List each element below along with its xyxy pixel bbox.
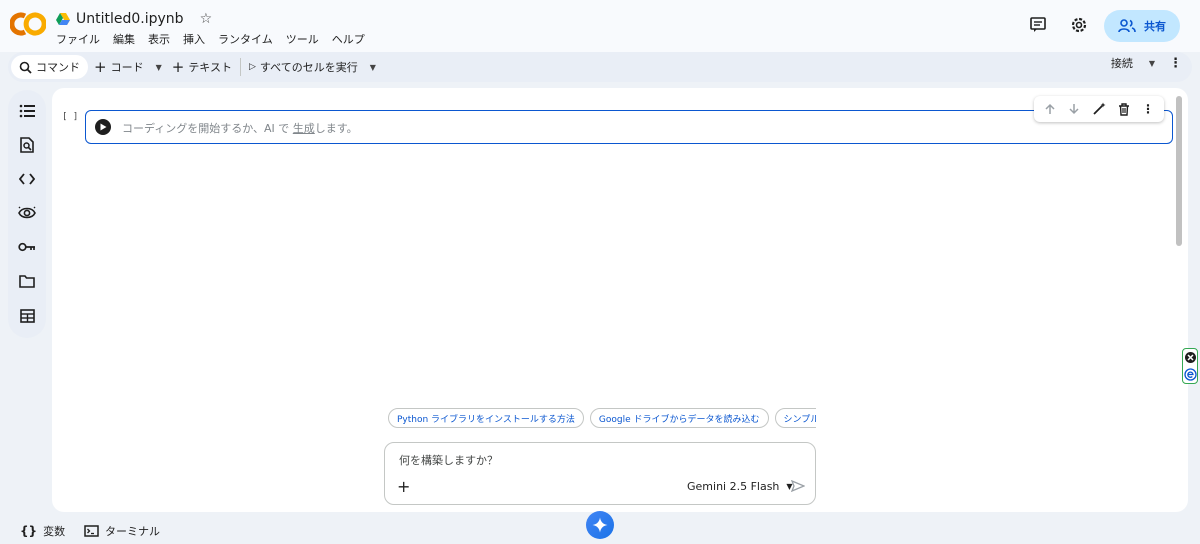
star-icon[interactable]: ☆: [200, 11, 213, 27]
share-button[interactable]: 共有: [1104, 10, 1180, 42]
arrow-down-icon[interactable]: [1068, 103, 1080, 115]
command-label: コマンド: [36, 61, 80, 74]
find-replace-icon[interactable]: [17, 135, 37, 155]
suggestion-chip[interactable]: シンプルな M: [774, 408, 816, 428]
menu-runtime[interactable]: ランタイム: [218, 31, 273, 47]
terminal-label: ターミナル: [105, 525, 160, 538]
add-text-button[interactable]: + テキスト: [166, 55, 238, 79]
play-icon: [100, 123, 107, 131]
vertical-scrollbar[interactable]: [1176, 96, 1182, 246]
generate-link[interactable]: 生成: [293, 122, 315, 135]
more-vert-icon[interactable]: ⋮: [1169, 56, 1182, 71]
drive-icon: [56, 13, 70, 25]
variables-label: 変数: [43, 525, 66, 538]
suggestion-chips: Python ライブラリをインストールする方法 Google ドライブからデータ…: [388, 408, 816, 430]
gemini-sparkle-button[interactable]: [586, 511, 614, 539]
braces-icon: {}: [20, 524, 38, 538]
connect-dropdown-icon[interactable]: ▼: [1149, 59, 1155, 68]
code-snippets-icon[interactable]: [17, 169, 37, 189]
plus-icon: +: [171, 58, 185, 76]
run-all-button[interactable]: ▷ すべてのセルを実行: [243, 55, 364, 79]
connect-button[interactable]: 接続: [1111, 55, 1133, 71]
secrets-eye-icon[interactable]: [17, 203, 37, 223]
gemini-prompt-input[interactable]: 何を構築しますか？: [399, 452, 498, 468]
menu-file[interactable]: ファイル: [56, 31, 100, 47]
cell-toolbar: ⋮: [1034, 96, 1164, 122]
menu-insert[interactable]: 挿入: [183, 31, 205, 47]
model-name: Gemini 2.5 Flash: [687, 480, 780, 493]
variables-button[interactable]: {} 変数: [20, 523, 65, 539]
run-all-label: すべてのセルを実行: [259, 61, 358, 74]
data-table-icon[interactable]: [17, 306, 37, 326]
suggestion-chip[interactable]: Google ドライブからデータを読み込む: [589, 408, 769, 428]
left-side-rail: [8, 90, 46, 338]
menu-view[interactable]: 表示: [148, 31, 170, 47]
run-all-dropdown[interactable]: ▼: [364, 55, 380, 79]
notebook-main-area: [ ] コーディングを開始するか、AI で 生成します。 ⋮ Python ライ…: [52, 88, 1188, 512]
people-icon: [1118, 19, 1136, 33]
title-row: Untitled0.ipynb ☆: [56, 9, 212, 29]
search-icon: [19, 61, 32, 74]
model-selector[interactable]: Gemini 2.5 Flash ▼: [687, 480, 793, 493]
menu-edit[interactable]: 編集: [113, 31, 135, 47]
caret-down-icon: ▼: [155, 62, 162, 72]
app-header: Untitled0.ipynb ☆ ファイル 編集 表示 挿入 ランタイム ツー…: [0, 0, 1200, 52]
terminal-icon: [84, 525, 99, 537]
gemini-prompt-box: 何を構築しますか？ + Gemini 2.5 Flash ▼: [384, 442, 816, 505]
play-icon: ▷: [248, 62, 256, 72]
magic-wand-icon[interactable]: [1092, 102, 1106, 116]
cell-placeholder: コーディングを開始するか、AI で 生成します。: [122, 120, 358, 136]
run-cell-button[interactable]: [95, 119, 111, 135]
add-code-button[interactable]: + コード: [88, 55, 150, 79]
send-icon[interactable]: [791, 480, 805, 492]
toolbar-right: 接続 ▼ ⋮: [1111, 55, 1182, 71]
terminal-button[interactable]: ターミナル: [84, 523, 160, 539]
more-vert-icon[interactable]: ⋮: [1142, 102, 1154, 116]
plus-icon: +: [94, 58, 107, 76]
text-label: テキスト: [188, 61, 232, 74]
menu-tools[interactable]: ツール: [286, 31, 319, 47]
table-of-contents-icon[interactable]: [17, 101, 37, 121]
toolbar-divider: [239, 58, 241, 76]
folder-icon[interactable]: [17, 271, 37, 291]
code-label: コード: [110, 61, 144, 74]
command-palette-button[interactable]: コマンド: [11, 55, 88, 79]
menu-help[interactable]: ヘルプ: [332, 31, 365, 47]
delete-trash-icon[interactable]: [1118, 102, 1130, 116]
menu-bar: ファイル 編集 表示 挿入 ランタイム ツール ヘルプ: [56, 31, 365, 47]
settings-gear-icon[interactable]: [1069, 15, 1089, 35]
arrow-up-icon[interactable]: [1044, 103, 1056, 115]
caret-down-icon: ▼: [369, 62, 376, 72]
code-cell[interactable]: コーディングを開始するか、AI で 生成します。: [85, 110, 1173, 144]
code-dropdown[interactable]: ▼: [150, 55, 166, 79]
key-icon[interactable]: [17, 237, 37, 257]
add-attachment-icon[interactable]: +: [397, 477, 410, 496]
comments-icon[interactable]: [1028, 15, 1048, 35]
close-circle-icon[interactable]: [1184, 351, 1197, 364]
notebook-title[interactable]: Untitled0.ipynb: [76, 11, 184, 27]
notebook-toolbar: コマンド + コード ▼ + テキスト ▷ すべてのセルを実行 ▼ 接続 ▼ ⋮: [8, 52, 1192, 82]
sparkle-icon: [592, 517, 608, 533]
suggestion-chip[interactable]: Python ライブラリをインストールする方法: [388, 408, 584, 428]
colab-logo[interactable]: [10, 10, 46, 38]
side-extension-widget[interactable]: [1182, 348, 1198, 384]
cell-execution-count: [ ]: [62, 112, 79, 122]
extension-e-icon[interactable]: [1184, 368, 1197, 381]
share-label: 共有: [1144, 20, 1166, 33]
placeholder-text-start: コーディングを開始するか、AI で: [122, 122, 290, 135]
placeholder-text-end: します。: [314, 122, 358, 135]
